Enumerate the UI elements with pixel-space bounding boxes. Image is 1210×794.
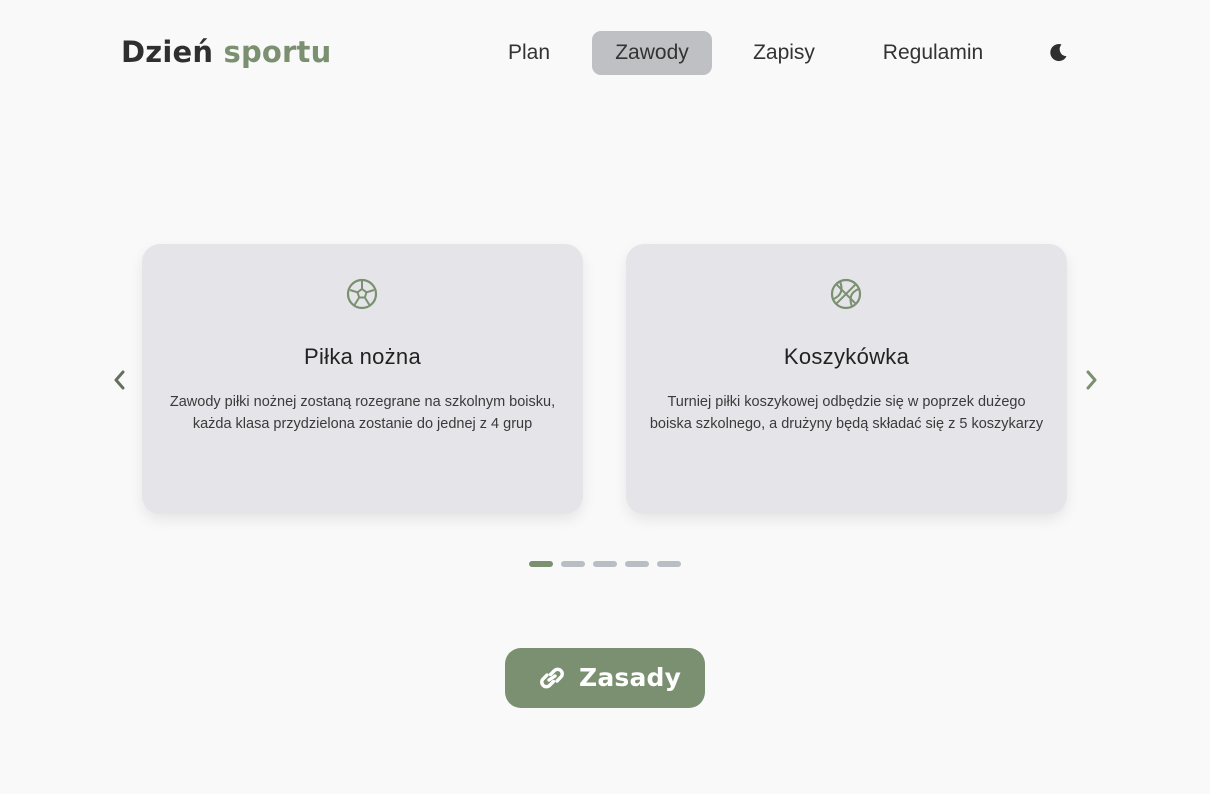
carousel-dot-4[interactable]	[625, 561, 649, 567]
carousel-prev-button[interactable]	[107, 365, 131, 395]
link-icon	[540, 667, 564, 689]
chevron-left-icon	[114, 370, 125, 390]
nav-item-regulamin[interactable]: Regulamin	[866, 31, 1000, 75]
card-description: Turniej piłki koszykowej odbędzie się w …	[649, 394, 1044, 432]
page: Dzień sportu Plan Zawody Zapisy Regulami…	[0, 0, 1210, 794]
carousel-dot-2[interactable]	[561, 561, 585, 567]
nav-item-plan[interactable]: Plan	[494, 31, 564, 75]
competition-card-basketball: Koszykówka Turniej piłki koszykowej odbę…	[626, 244, 1067, 514]
carousel-dot-1[interactable]	[529, 561, 553, 567]
nav-item-zawody[interactable]: Zawody	[592, 31, 712, 75]
chevron-right-icon	[1086, 370, 1097, 390]
theme-toggle-button[interactable]	[1046, 41, 1070, 65]
competition-card-soccer: Piłka nożna Zawody piłki nożnej zostaną …	[142, 244, 583, 514]
card-description: Zawody piłki nożnej zostaną rozegrane na…	[169, 394, 556, 432]
main-nav: Plan Zawody Zapisy Regulamin	[0, 31, 1210, 75]
card-title: Piłka nożna	[303, 344, 422, 369]
basketball-icon	[830, 278, 862, 310]
carousel-dot-5[interactable]	[657, 561, 681, 567]
rules-button-label: Zasady	[579, 663, 682, 692]
card-title: Koszykówka	[783, 344, 910, 369]
carousel-next-button[interactable]	[1080, 365, 1104, 395]
header: Dzień sportu Plan Zawody Zapisy Regulami…	[0, 0, 1210, 106]
carousel-dot-3[interactable]	[593, 561, 617, 567]
rules-button[interactable]: Zasady	[505, 648, 705, 708]
nav-item-zapisy[interactable]: Zapisy	[740, 31, 828, 75]
moon-icon	[1050, 44, 1067, 62]
competitions-carousel: Piłka nożna Zawody piłki nożnej zostaną …	[0, 244, 1210, 516]
soccer-ball-icon	[346, 278, 378, 310]
